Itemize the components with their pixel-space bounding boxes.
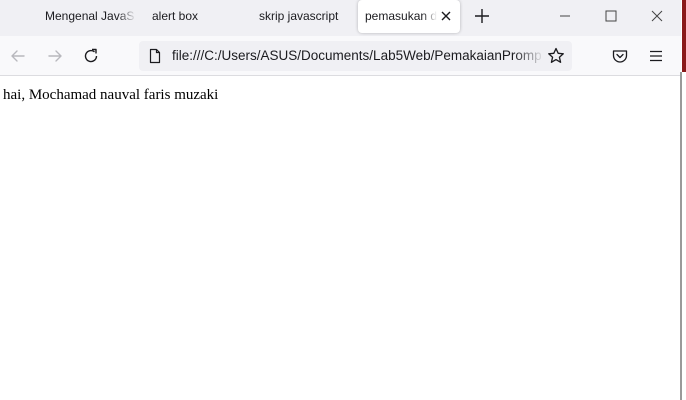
tab-mengenal-javascript[interactable]: Mengenal JavaS xyxy=(38,0,136,36)
url-input[interactable]: file:///C:/Users/ASUS/Documents/Lab5Web/… xyxy=(172,41,544,71)
close-window-icon[interactable] xyxy=(647,6,667,26)
tab-strip: Mengenal JavaS alert box skrip javascrip… xyxy=(0,0,681,36)
hamburger-icon[interactable] xyxy=(646,46,666,66)
background-window-edge xyxy=(682,0,686,72)
tab-skrip-javascript[interactable]: skrip javascript xyxy=(252,0,352,36)
arrow-left-icon[interactable] xyxy=(8,46,28,66)
greeting-text: hai, Mochamad nauval faris muzaki xyxy=(3,87,219,103)
reload-icon[interactable] xyxy=(81,46,101,66)
url-bar[interactable]: file:///C:/Users/ASUS/Documents/Lab5Web/… xyxy=(139,41,572,71)
window-border xyxy=(680,72,682,400)
page-icon xyxy=(147,48,163,64)
maximize-icon[interactable] xyxy=(601,6,621,26)
tab-pemasukan[interactable]: pemasukan d xyxy=(358,0,460,33)
arrow-right-icon[interactable] xyxy=(45,46,65,66)
browser-window: Mengenal JavaS alert box skrip javascrip… xyxy=(0,0,681,400)
minimize-icon[interactable] xyxy=(555,6,575,26)
navigation-toolbar: file:///C:/Users/ASUS/Documents/Lab5Web/… xyxy=(0,36,681,76)
pocket-icon[interactable] xyxy=(610,46,630,66)
tab-label: pemasukan d xyxy=(365,9,437,23)
star-icon[interactable] xyxy=(546,46,566,66)
page-content: hai, Mochamad nauval faris muzaki xyxy=(0,77,681,400)
tab-label: alert box xyxy=(152,9,199,23)
tab-label: skrip javascript xyxy=(259,9,339,23)
close-icon[interactable] xyxy=(438,8,454,24)
plus-icon[interactable] xyxy=(472,6,492,26)
tab-label: Mengenal JavaS xyxy=(45,9,135,23)
tab-alert-box[interactable]: alert box xyxy=(145,0,245,36)
